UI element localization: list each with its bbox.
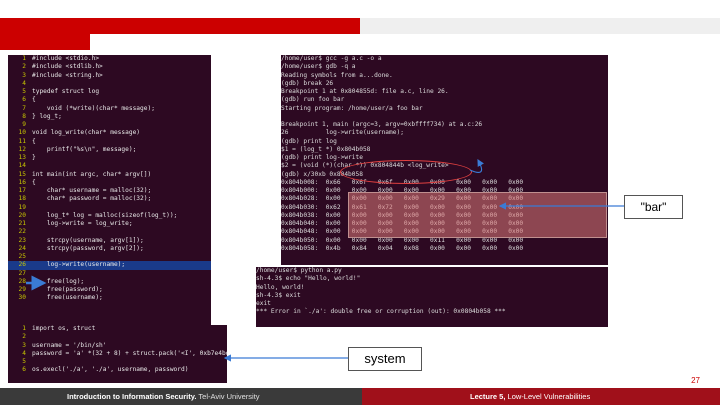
bar-callout: "bar": [624, 195, 683, 219]
footer-course-title: Introduction to Information Security. Te…: [67, 388, 327, 405]
page-number: 27: [691, 376, 700, 385]
lecture-number: Lecture 5,: [470, 392, 506, 401]
log-write-link-arrow: [469, 158, 485, 173]
university-name: Tel-Aviv University: [196, 392, 260, 401]
lecture-topic: Low-Level Vulnerabilities: [505, 392, 591, 401]
annotation-arrows: [26, 158, 624, 362]
footer-lecture-title: Lecture 5, Low-Level Vulnerabilities: [470, 388, 710, 405]
course-name: Introduction to Information Security.: [67, 392, 197, 401]
system-callout: system: [348, 347, 422, 371]
